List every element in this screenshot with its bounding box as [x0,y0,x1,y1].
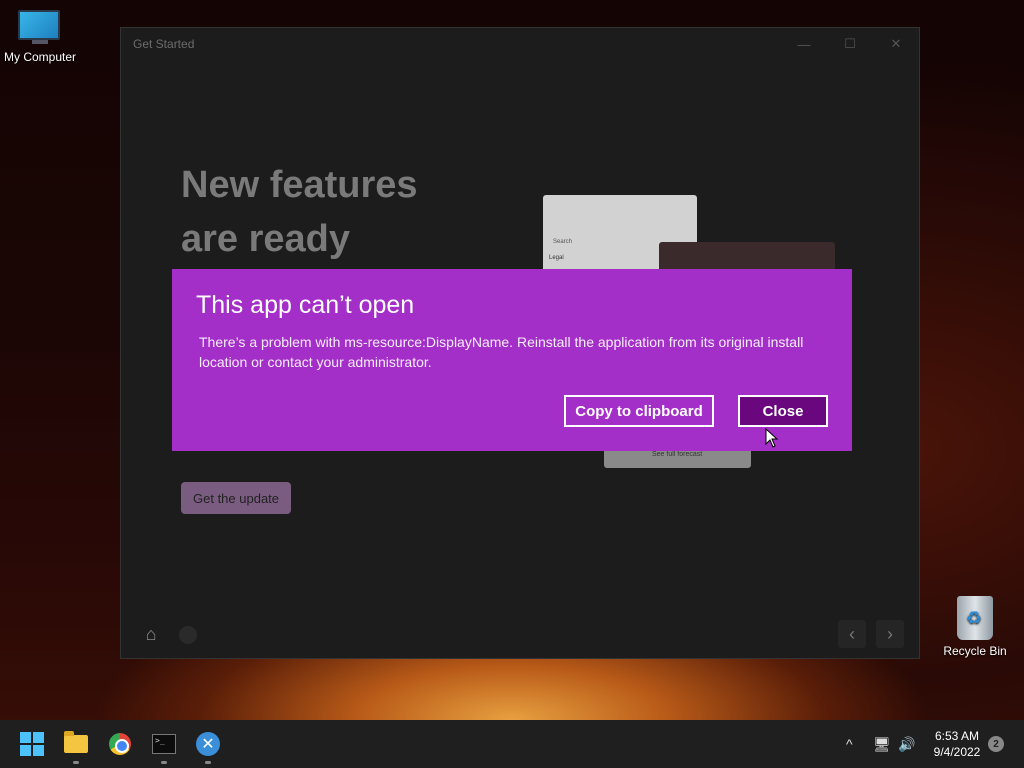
close-button[interactable]: Close [738,395,828,427]
show-hidden-icons-button[interactable]: ^ [846,720,853,768]
page-title: New features are ready [181,164,418,260]
network-button[interactable]: 🖥 [873,720,891,768]
taskbar-clock[interactable]: 6:53 AM 9/4/2022 [926,728,988,760]
mouse-cursor-icon [765,428,779,448]
terminal-icon: >_ [152,734,176,754]
clock-time: 6:53 AM [934,729,980,743]
dialog-message: There’s a problem with ms-resource:Displ… [199,334,804,370]
xapp-icon: ✕ [196,732,220,756]
window-title: Get Started [133,37,195,51]
error-dialog: This app can’t open There’s a problem wi… [172,269,852,451]
desktop-icon-label: Recycle Bin [943,644,1007,658]
home-icon[interactable]: ⌂ [139,622,163,646]
taskbar-xapp[interactable]: ✕ [192,728,224,764]
preview-forecast-text: See full forecast [652,451,703,458]
copy-to-clipboard-button[interactable]: Copy to clipboard [564,395,714,427]
volume-icon: 🔊 [898,735,916,752]
get-update-button[interactable]: Get the update [181,482,292,514]
chrome-icon [109,733,131,755]
recycle-bin-icon: ♻ [957,596,993,640]
folder-icon [64,731,88,753]
chevron-up-icon: ^ [846,736,853,752]
maximize-button[interactable]: ☐ [827,28,873,60]
taskbar-terminal[interactable]: >_ [148,728,180,764]
volume-button[interactable]: 🔊 [898,720,915,768]
windows-logo-icon [20,732,44,756]
desktop-icon-recycle-bin[interactable]: ♻ Recycle Bin [935,596,1015,658]
taskbar-chrome[interactable] [104,728,136,760]
monitor-icon [18,10,62,46]
desktop-icon-label: My Computer [3,50,77,64]
notification-badge[interactable]: 2 [988,736,1004,752]
page-dot[interactable] [179,626,197,644]
previous-button[interactable]: ‹ [838,620,866,648]
network-icon: 🖥 [873,735,891,752]
preview-legal-text: Legal [549,255,564,261]
taskbar: >_ ✕ ^ 🖥 🔊 6:53 AM 9/4/2022 2 [0,720,1024,768]
clock-date: 9/4/2022 [933,745,981,759]
close-window-button[interactable]: ✕ [873,28,919,60]
desktop-icon-my-computer[interactable]: My Computer [0,10,80,64]
taskbar-file-explorer[interactable] [60,728,92,764]
start-button[interactable] [16,728,48,760]
dialog-title: This app can’t open [196,291,415,319]
next-button[interactable]: › [876,620,904,648]
preview-search-text: Search [553,239,573,245]
minimize-button[interactable]: — [781,28,827,60]
